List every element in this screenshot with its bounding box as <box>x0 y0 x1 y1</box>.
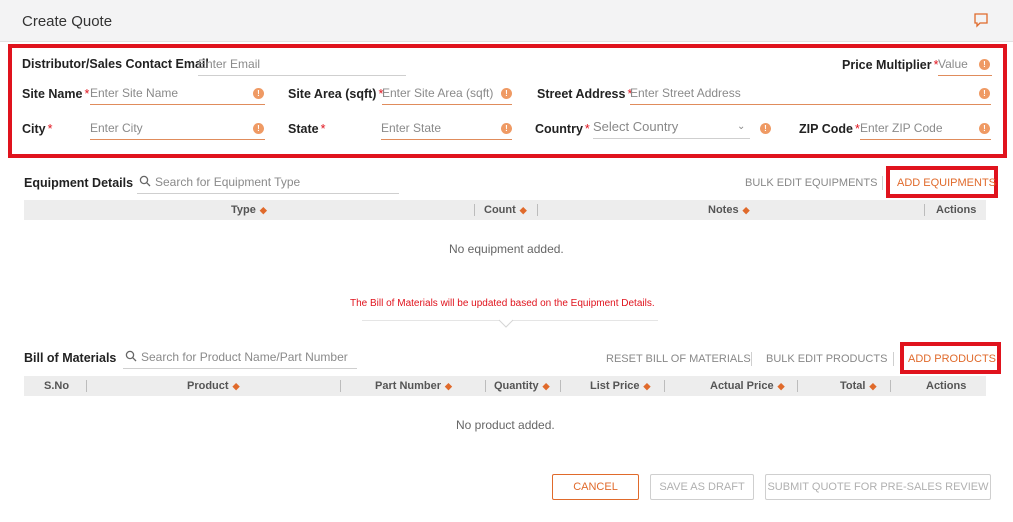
zip-input[interactable] <box>860 118 991 138</box>
chevron-down-icon[interactable]: ⌄ <box>737 121 745 132</box>
page-title: Create Quote <box>22 13 113 30</box>
bulk-edit-equipments-button[interactable]: BULK EDIT EQUIPMENTS <box>745 177 877 189</box>
sort-icon[interactable]: ◆ <box>445 381 452 391</box>
equipment-search[interactable] <box>137 172 399 194</box>
divider <box>751 352 752 366</box>
country-select-value: Select Country <box>593 119 679 134</box>
street-field[interactable] <box>630 83 991 105</box>
bom-update-notice: The Bill of Materials will be updated ba… <box>350 298 655 309</box>
bom-table-header: S.No Product ◆ Part Number ◆ Quantity ◆ Lis… <box>24 376 986 396</box>
cancel-button[interactable]: CANCEL <box>552 474 639 500</box>
site-name-info-icon[interactable]: ! <box>253 88 264 99</box>
state-info-icon[interactable]: ! <box>501 123 512 134</box>
street-label: Street Address * <box>537 87 633 101</box>
zip-field[interactable] <box>860 118 991 140</box>
divider <box>893 352 894 366</box>
equipment-search-input[interactable] <box>155 172 399 192</box>
divider <box>362 320 500 321</box>
site-area-field[interactable] <box>382 83 512 105</box>
column-total[interactable]: Total ◆ <box>840 380 876 392</box>
divider <box>485 380 486 392</box>
bom-search-input[interactable] <box>141 347 357 367</box>
divider <box>512 320 658 321</box>
divider <box>664 380 665 392</box>
divider <box>86 380 87 392</box>
divider <box>340 380 341 392</box>
column-type[interactable]: Type ◆ <box>231 204 267 216</box>
country-label: Country * <box>535 122 590 136</box>
state-input[interactable] <box>381 118 512 138</box>
divider <box>474 204 475 216</box>
reset-bom-button[interactable]: RESET BILL OF MATERIALS <box>606 353 751 365</box>
sort-icon[interactable]: ◆ <box>778 381 785 391</box>
chevron-down-icon <box>498 319 514 328</box>
sort-icon[interactable]: ◆ <box>644 381 651 391</box>
equipment-section-title: Equipment Details <box>24 176 134 190</box>
search-icon <box>139 175 151 187</box>
bom-section-title: Bill of Materials <box>24 351 117 365</box>
sort-icon[interactable]: ◆ <box>543 381 550 391</box>
column-quantity[interactable]: Quantity ◆ <box>494 380 550 392</box>
column-actions: Actions <box>926 380 967 392</box>
country-info-icon[interactable]: ! <box>760 123 771 134</box>
city-info-icon[interactable]: ! <box>253 123 264 134</box>
city-field[interactable] <box>90 118 265 140</box>
column-product[interactable]: Product ◆ <box>187 380 239 392</box>
email-input[interactable] <box>198 54 406 74</box>
column-actions: Actions <box>936 204 977 216</box>
state-label: State * <box>288 122 326 136</box>
state-field[interactable] <box>381 118 512 140</box>
column-notes[interactable]: Notes ◆ <box>708 204 749 216</box>
site-name-field[interactable] <box>90 83 265 105</box>
add-products-button[interactable]: ADD PRODUCTS <box>908 353 996 365</box>
save-draft-button[interactable]: SAVE AS DRAFT <box>650 474 754 500</box>
street-info-icon[interactable]: ! <box>979 88 990 99</box>
title-bar: Create Quote <box>0 0 1013 42</box>
bulk-edit-products-button[interactable]: BULK EDIT PRODUCTS <box>766 353 887 365</box>
sort-icon[interactable]: ◆ <box>743 205 750 215</box>
bom-search[interactable] <box>123 347 357 369</box>
site-area-info-icon[interactable]: ! <box>501 88 512 99</box>
sort-icon[interactable]: ◆ <box>869 381 876 391</box>
divider <box>537 204 538 216</box>
zip-label: ZIP Code * <box>799 122 860 136</box>
site-name-input[interactable] <box>90 83 265 103</box>
sort-icon[interactable]: ◆ <box>520 205 527 215</box>
bom-empty-message: No product added. <box>456 418 555 432</box>
submit-quote-button[interactable]: SUBMIT QUOTE FOR PRE-SALES REVIEW <box>765 474 991 500</box>
sort-icon[interactable]: ◆ <box>260 205 267 215</box>
divider <box>560 380 561 392</box>
city-label: City * <box>22 122 53 136</box>
site-area-input[interactable] <box>382 83 512 103</box>
equipment-empty-message: No equipment added. <box>449 242 564 256</box>
country-select[interactable]: Select Country ⌄ <box>593 117 750 139</box>
multiplier-info-icon[interactable]: ! <box>979 59 990 70</box>
add-equipments-button[interactable]: ADD EQUIPMENTS <box>897 177 996 189</box>
city-input[interactable] <box>90 118 265 138</box>
multiplier-label: Price Multiplier * <box>842 58 939 72</box>
divider <box>882 176 883 190</box>
column-part-number[interactable]: Part Number ◆ <box>375 380 452 392</box>
site-area-label: Site Area (sqft) * <box>288 87 384 101</box>
email-label: Distributor/Sales Contact Email <box>22 57 209 71</box>
column-sno: S.No <box>44 380 70 392</box>
zip-info-icon[interactable]: ! <box>979 123 990 134</box>
divider <box>890 380 891 392</box>
site-name-label: Site Name * <box>22 87 90 101</box>
chat-icon[interactable] <box>973 12 989 28</box>
sort-icon[interactable]: ◆ <box>233 381 240 391</box>
column-actual-price[interactable]: Actual Price ◆ <box>710 380 785 392</box>
search-icon <box>125 350 137 362</box>
street-input[interactable] <box>630 83 991 103</box>
equipment-table-header: Type ◆ Count ◆ Notes ◆ Actions <box>24 200 986 220</box>
divider <box>924 204 925 216</box>
email-field[interactable] <box>198 54 406 76</box>
divider <box>797 380 798 392</box>
column-count[interactable]: Count ◆ <box>484 204 527 216</box>
column-list-price[interactable]: List Price ◆ <box>590 380 650 392</box>
